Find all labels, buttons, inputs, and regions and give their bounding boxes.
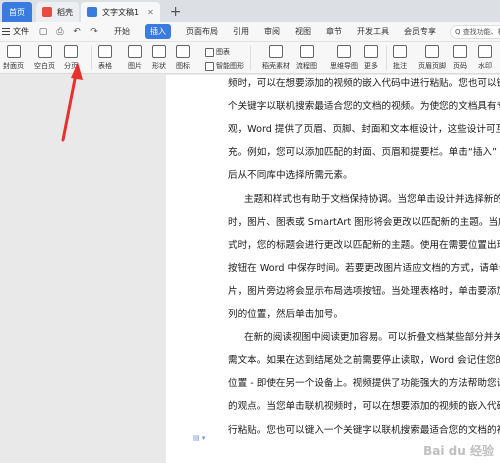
watermark-logo: Bai du 经验 xyxy=(423,444,494,458)
annotation-arrow xyxy=(61,62,83,142)
